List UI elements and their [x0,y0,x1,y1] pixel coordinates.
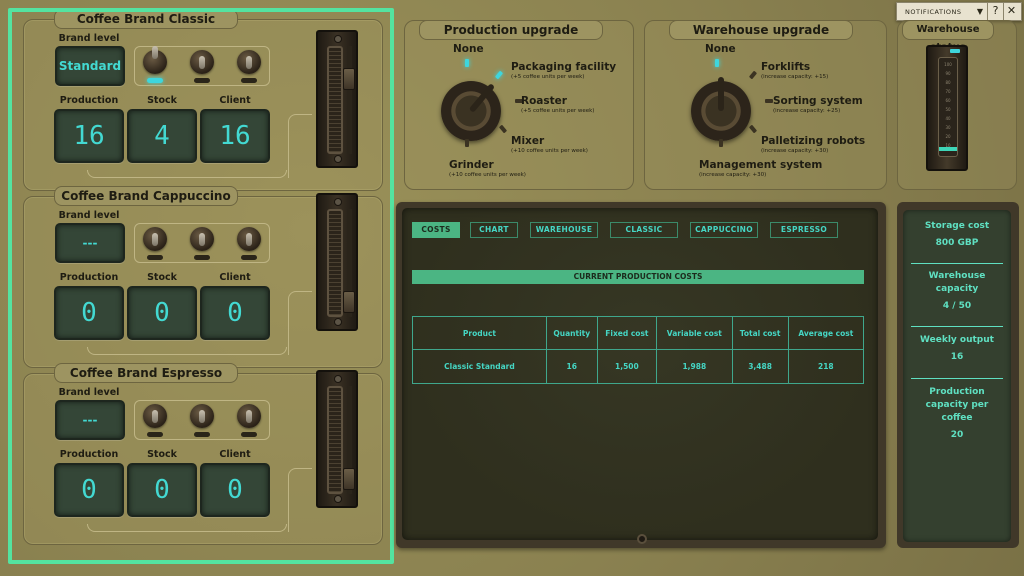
column-header: Variable cost [656,316,733,350]
column-header: Fixed cost [596,316,658,350]
stat-value: 20 [950,430,964,440]
stat-value: 4 / 50 [942,301,972,311]
production-upgrade-panel: Production upgrade None Packaging facili… [404,20,634,190]
warehouse-status-panel: Warehouse status 100908070605040302010 [897,20,1017,190]
tab-espresso[interactable]: ESPRESSO [770,222,838,238]
option-indicator-forklifts [748,70,758,80]
warehouse-upgrade-dial[interactable] [691,77,751,141]
stat-value: 800 GBP [935,238,979,248]
option-grinder[interactable]: Grinder [449,159,494,171]
production-upgrade-dial[interactable] [441,81,501,141]
gauge-tube: 100 90 80 70 60 50 40 30 20 10 [938,57,958,157]
option-none[interactable]: None [453,43,484,55]
production-upgrade-title: Production upgrade [419,20,603,40]
gauge-level-marker [939,146,957,151]
divider [911,326,1003,327]
dial-pointer [468,83,496,113]
gauge-tick-label: 20 [945,134,951,139]
option-mixer[interactable]: Mixer [511,135,544,147]
table-cell: 1,500 [596,349,658,384]
divider [911,263,1003,264]
table-row: Classic Standard 16 1,500 1,988 3,488 218 [412,349,865,384]
column-header: Quantity [545,316,598,350]
option-indicator-sorting [765,99,773,103]
option-none[interactable]: None [705,43,736,55]
option-packaging-facility[interactable]: Packaging facility [511,61,616,73]
stat-label: Production capacity per coffee [925,387,989,423]
gauge-tick-label: 30 [945,125,951,130]
notifications-bar: NOTIFICATIONS ▼ ? ✕ [896,2,1022,21]
screw-icon [637,534,647,544]
option-palletizing-robots-desc: (increase capacity: +30) [761,148,829,154]
tab-costs[interactable]: COSTS [412,222,460,238]
option-management-system[interactable]: Management system [699,159,822,171]
option-sorting-system-desc: (increase capacity: +25) [773,108,841,114]
tab-chart[interactable]: CHART [470,222,518,238]
stat-item: Production capacity per coffee 20 [909,386,1005,440]
option-indicator-none [465,59,469,67]
help-button[interactable]: ? [987,2,1003,21]
warehouse-upgrade-panel: Warehouse upgrade None Forklifts (increa… [644,20,887,190]
gauge-indicator-light [950,49,960,53]
table-cell: 1,988 [656,349,733,384]
stat-label: Weekly output [920,335,994,345]
tab-cappuccino[interactable]: CAPPUCCINO [690,222,758,238]
option-mixer-desc: (+10 coffee units per week) [511,148,588,154]
tab-classic[interactable]: CLASSIC [610,222,678,238]
stats-frame: Storage cost 800 GBP Warehouse capacity 4… [897,202,1019,548]
divider [911,378,1003,379]
notifications-label[interactable]: NOTIFICATIONS [897,8,973,16]
gauge-tick-label: 70 [945,89,951,94]
table-cell: 3,488 [731,349,789,384]
stats-panel: Storage cost 800 GBP Warehouse capacity 4… [903,210,1011,542]
section-banner: CURRENT PRODUCTION COSTS [412,270,864,284]
stat-value: 16 [950,352,964,362]
option-forklifts[interactable]: Forklifts [761,61,810,73]
dropdown-arrow-icon[interactable]: ▼ [973,7,987,16]
option-indicator-packaging [494,70,504,80]
column-header: Total cost [731,316,789,350]
stat-item: Weekly output 16 [909,334,1005,362]
option-palletizing-robots[interactable]: Palletizing robots [761,135,865,147]
table-cell: Classic Standard [412,349,547,384]
option-roaster[interactable]: Roaster [521,95,567,107]
option-indicator-none [715,59,719,67]
tab-warehouse[interactable]: WAREHOUSE [530,222,598,238]
option-indicator-grinder [465,139,469,147]
stat-item: Warehouse capacity 4 / 50 [909,270,1005,311]
info-screen: COSTS CHART WAREHOUSE CLASSIC CAPPUCCINO ESPR… [402,208,878,544]
gauge-tick-label: 90 [945,71,951,76]
stat-label: Storage cost [924,221,990,231]
table-cell: 218 [787,349,865,384]
production-costs-table: Product Quantity Fixed cost Variable cost To… [412,316,865,384]
dial-pointer [718,77,724,111]
option-management-system-desc: (increase capacity: +30) [699,172,767,178]
close-button[interactable]: ✕ [1003,2,1019,21]
gauge-tick-label: 60 [945,98,951,103]
gauge-tick-label: 100 [944,62,952,67]
option-grinder-desc: (+10 coffee units per week) [449,172,526,178]
option-sorting-system[interactable]: Sorting system [773,95,863,107]
gauge-tick-label: 40 [945,116,951,121]
table-cell: 16 [545,349,598,384]
stat-label: Warehouse capacity [928,271,986,294]
column-header: Product [412,316,547,350]
gauge-tick-label: 50 [945,107,951,112]
selection-highlight [8,8,394,564]
warehouse-upgrade-title: Warehouse upgrade [669,20,853,40]
warehouse-status-title: Warehouse status [902,20,994,53]
option-indicator-palletizing [748,124,758,134]
option-roaster-desc: (+5 coffee units per week) [521,108,595,114]
gauge-tick-label: 80 [945,80,951,85]
warehouse-gauge: 100 90 80 70 60 50 40 30 20 10 [926,45,968,171]
option-forklifts-desc: (increase capacity: +15) [761,74,829,80]
option-packaging-facility-desc: (+5 coffee units per week) [511,74,585,80]
option-indicator-mixer [498,124,508,134]
info-screen-frame: COSTS CHART WAREHOUSE CLASSIC CAPPUCCINO ESPR… [396,202,886,548]
column-header: Average cost [787,316,865,350]
option-indicator-management [719,139,723,147]
stat-item: Storage cost 800 GBP [909,220,1005,248]
